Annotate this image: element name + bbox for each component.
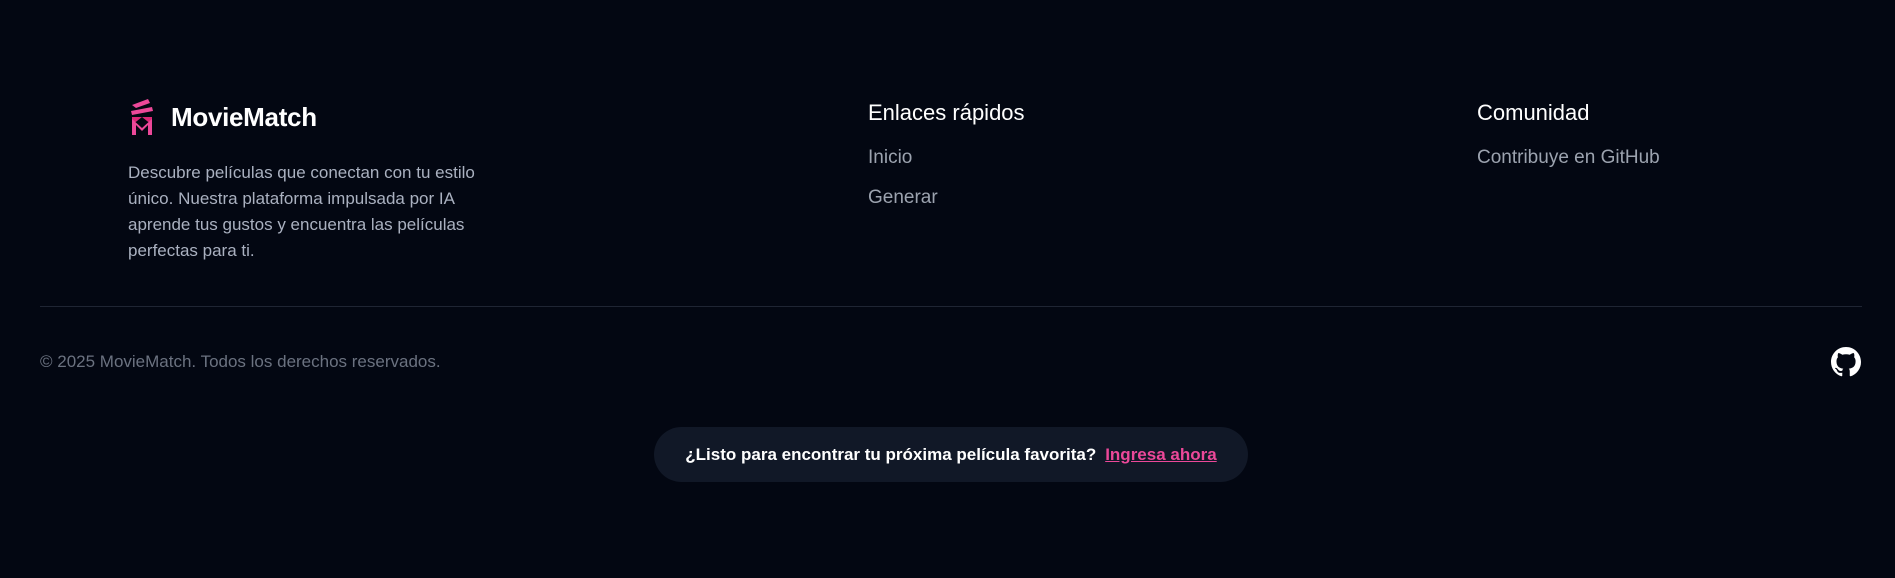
- github-link[interactable]: [1831, 347, 1861, 377]
- copyright-text: © 2025 MovieMatch. Todos los derechos re…: [40, 352, 441, 371]
- brand-name: MovieMatch: [171, 101, 317, 132]
- quick-links-section: Enlaces rápidos Inicio Generar: [868, 97, 1025, 211]
- brand-description: Descubre películas que conectan con tu e…: [128, 163, 475, 260]
- footer-link-generar[interactable]: Generar: [868, 185, 1025, 211]
- quick-links-list: Inicio Generar: [868, 145, 1025, 211]
- footer-link-github-contribute[interactable]: Contribuye en GitHub: [1477, 145, 1660, 171]
- community-section: Comunidad Contribuye en GitHub: [1477, 97, 1660, 171]
- github-icon: [1831, 347, 1861, 381]
- footer-divider: [40, 306, 1862, 307]
- brand-logo-link[interactable]: MovieMatch: [128, 95, 548, 139]
- cta-banner: ¿Listo para encontrar tu próxima películ…: [654, 427, 1248, 482]
- moviematch-logo-icon: [128, 97, 158, 137]
- cta-login-link[interactable]: Ingresa ahora: [1105, 445, 1217, 465]
- cta-text: ¿Listo para encontrar tu próxima películ…: [685, 444, 1097, 464]
- quick-links-title: Enlaces rápidos: [868, 100, 1025, 125]
- footer-link-inicio[interactable]: Inicio: [868, 145, 1025, 171]
- footer-brand: MovieMatch Descubre películas que conect…: [128, 95, 548, 264]
- site-footer: MovieMatch Descubre películas que conect…: [0, 0, 1895, 578]
- community-title: Comunidad: [1477, 100, 1590, 125]
- community-links-list: Contribuye en GitHub: [1477, 145, 1660, 171]
